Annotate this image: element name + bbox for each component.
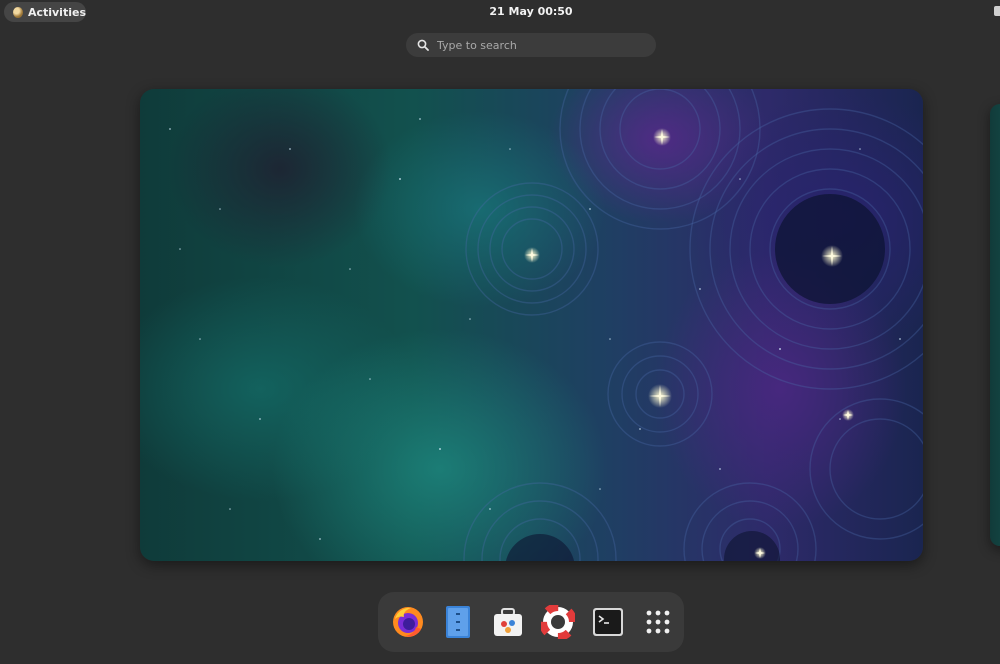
workspace-thumbnail[interactable] <box>140 89 923 561</box>
search-input[interactable] <box>437 38 637 52</box>
next-workspace-thumbnail[interactable] <box>990 104 1000 546</box>
terminal-icon[interactable] <box>590 604 626 640</box>
files-icon[interactable] <box>440 604 476 640</box>
wallpaper-image <box>169 89 923 561</box>
search-icon <box>417 39 429 51</box>
clock[interactable]: 21 May 00:50 <box>0 5 1000 18</box>
top-bar: Activities 21 May 00:50 <box>0 0 1000 24</box>
app-grid-icon[interactable] <box>640 604 676 640</box>
system-menu-icon[interactable] <box>994 6 1000 16</box>
software-center-icon[interactable] <box>490 604 526 640</box>
firefox-icon[interactable] <box>390 604 426 640</box>
dock <box>378 592 684 652</box>
help-icon[interactable] <box>540 604 576 640</box>
search-bar[interactable] <box>406 33 656 57</box>
